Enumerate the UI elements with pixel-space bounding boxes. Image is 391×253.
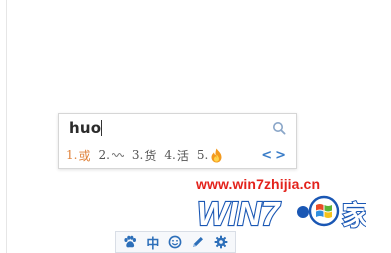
candidate-2[interactable]: 2. [98,148,124,162]
candidate-number: 5. [196,148,209,162]
candidate-word: 或 [78,148,91,163]
ime-status-bar: 中 [115,231,236,253]
next-page-button[interactable]: > [275,148,286,163]
ime-candidate-window: huo 1. 或 2. 3. 货 4. 活 5. < > [58,113,297,169]
wavy-symbol-icon [111,153,124,157]
candidate-list: 1. 或 2. 3. 货 4. 活 5. < > [59,142,296,168]
watermark-url: www.win7zhijia.cn [196,176,321,192]
candidate-5[interactable]: 5. [197,148,223,163]
logo-dot [297,206,309,218]
window-edge [6,0,7,253]
candidate-word: 货 [144,148,157,163]
candidate-number: 2. [98,148,110,162]
candidate-number: 4. [164,148,176,162]
candidate-number: 1. [66,148,78,162]
emoji-icon[interactable] [166,233,184,251]
composition-row: huo [59,114,296,142]
candidate-1[interactable]: 1. 或 [66,147,90,164]
composition-text: huo [69,119,102,137]
logo-suffix: 家 [342,200,366,232]
paw-logo-icon[interactable] [121,233,139,251]
flame-emoji-icon [211,148,222,162]
search-icon[interactable] [272,121,286,135]
settings-icon[interactable] [212,233,230,251]
text-caret [101,120,102,136]
prev-page-button[interactable]: < [261,148,272,163]
chinese-mode-toggle[interactable]: 中 [144,233,162,252]
windows-flag-icon [308,195,340,227]
candidate-3[interactable]: 3. 货 [132,147,156,164]
candidate-pager: < > [261,148,286,163]
candidate-4[interactable]: 4. 活 [164,147,188,164]
pen-icon[interactable] [189,233,207,251]
win7-home-logo: WIN7 家 [196,194,366,233]
candidate-number: 3. [131,148,144,162]
candidate-word: 活 [176,148,189,163]
logo-text: WIN7 [197,195,281,232]
